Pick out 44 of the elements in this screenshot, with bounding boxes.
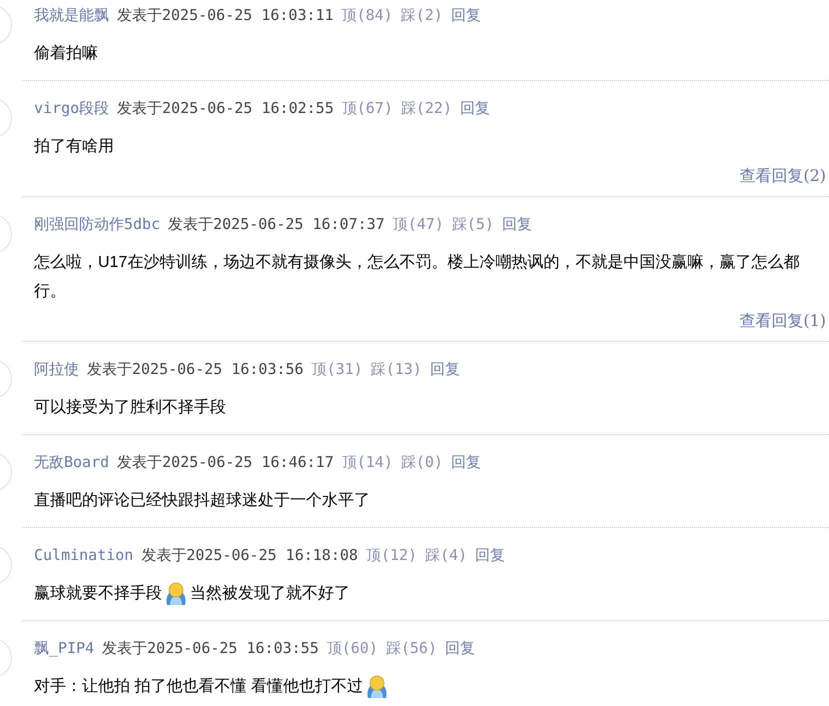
comment-text: 可以接受为了胜利不择手段 — [34, 398, 227, 418]
reply-link[interactable]: 回复 — [445, 636, 475, 660]
comment-text: 直播吧的评论已经快跟抖超球迷处于一个水平了 — [34, 490, 371, 511]
downvote-link[interactable]: 踩(0) — [400, 450, 443, 474]
author-name[interactable]: 阿拉使 — [34, 358, 79, 380]
comment-text: 怎么啦，U17在沙特训练，场边不就有摄像头，怎么不罚。楼上冷嘲热讽的，不就是中国没赢嘛，赢了怎么都行。 — [34, 252, 800, 302]
reply-link[interactable]: 回复 — [450, 450, 481, 474]
author-name[interactable]: 无敌Board — [34, 450, 110, 474]
post-time: 发表于2025-06-25 16:03:56 — [87, 358, 304, 380]
reply-link[interactable]: 回复 — [475, 544, 506, 566]
author-name[interactable]: 飘_PIP4 — [34, 636, 94, 660]
upvote-link[interactable]: 顶(84) — [342, 4, 393, 26]
comment-text: 偷着拍嘛 — [34, 44, 99, 64]
upvote-link[interactable]: 顶(14) — [342, 450, 393, 474]
author-name[interactable]: Culmination — [34, 544, 134, 566]
post-time: 发表于2025-06-25 16:07:37 — [168, 214, 385, 235]
downvote-link[interactable]: 踩(5) — [452, 212, 494, 236]
author-name[interactable]: 刚强回防动作5dbc — [34, 212, 160, 236]
upvote-link[interactable]: 顶(47) — [392, 212, 444, 236]
downvote-link[interactable]: 踩(2) — [400, 4, 443, 26]
reply-link[interactable]: 回复 — [430, 358, 460, 380]
downvote-link[interactable]: 踩(13) — [370, 358, 422, 380]
author-name[interactable]: virgo段段 — [34, 96, 110, 120]
upvote-link[interactable]: 顶(60) — [326, 636, 378, 660]
upvote-link[interactable]: 顶(12) — [366, 544, 418, 566]
comment-text: 对手：让他拍 拍了他也看不懂 看懂他也打不过 — [34, 672, 826, 701]
reply-link[interactable]: 回复 — [450, 4, 481, 26]
post-time: 发表于2025-06-25 16:02:55 — [117, 98, 334, 119]
downvote-link[interactable]: 踩(56) — [386, 636, 437, 660]
reply-link[interactable]: 回复 — [460, 96, 490, 120]
post-time: 发表于2025-06-25 16:46:17 — [117, 452, 334, 473]
downvote-link[interactable]: 踩(22) — [400, 96, 452, 120]
comment-text: 拍了有啥用 — [34, 137, 115, 157]
post-time: 发表于2025-06-25 16:18:08 — [141, 544, 358, 566]
view-replies-link[interactable]: 查看回复(2) — [739, 164, 826, 188]
upvote-link[interactable]: 顶(67) — [342, 96, 393, 120]
comment-text: 赢球就要不择手段 当然被发现了就不好了 — [34, 579, 826, 608]
upvote-link[interactable]: 顶(31) — [312, 358, 363, 380]
post-time: 发表于2025-06-25 16:03:55 — [102, 638, 319, 659]
post-time: 发表于2025-06-25 16:03:11 — [117, 4, 334, 26]
downvote-link[interactable]: 踩(4) — [425, 544, 468, 566]
author-name[interactable]: 我就是能飘 — [34, 4, 109, 26]
reply-link[interactable]: 回复 — [502, 212, 532, 236]
view-replies-link[interactable]: 查看回复(1) — [739, 309, 826, 333]
